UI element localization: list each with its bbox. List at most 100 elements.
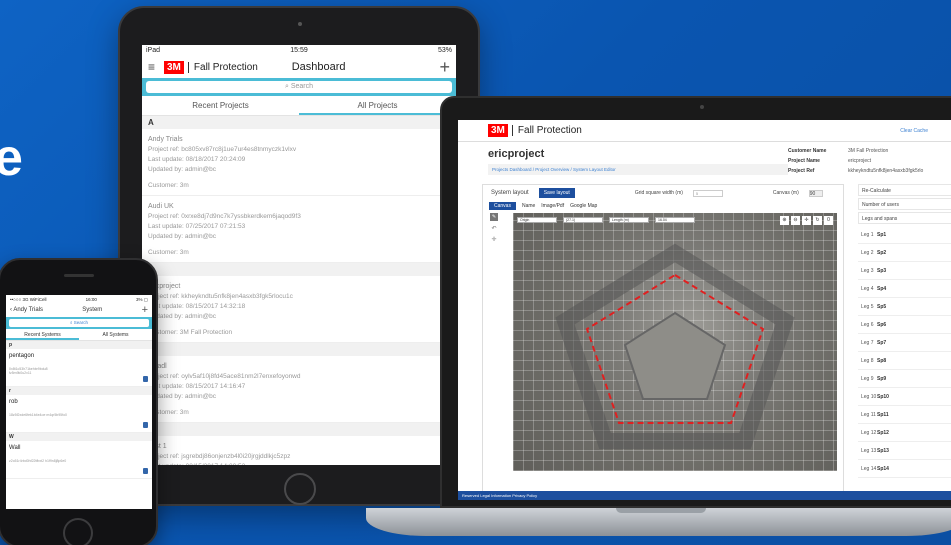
leg-row[interactable]: Leg 14 Sp14	[858, 460, 951, 478]
meta-value: ericproject	[848, 158, 872, 164]
project-name: Audi UK	[148, 203, 174, 210]
leg-row[interactable]: Leg 9 Sp9	[858, 370, 951, 388]
system-row[interactable]: rob 18z5f2xde6fek1b4e4oe m4qr5b95fo0	[6, 395, 152, 433]
span-name: Sp6	[877, 321, 887, 328]
tab-all-systems[interactable]: All Systems	[79, 329, 152, 340]
project-last-update: Last update: 08/15/2017 14:00:53	[148, 462, 450, 465]
move-icon[interactable]: ✛	[491, 236, 496, 243]
grid-width-input[interactable]: 5	[692, 189, 723, 197]
meta-key: Customer Name	[788, 148, 827, 154]
project-row[interactable]: Test 1 Project ref: jsgrebdj86onjenzb4l0i…	[142, 436, 456, 465]
home-button[interactable]	[284, 473, 316, 505]
section-header: r	[6, 387, 152, 395]
project-name: fulfadl	[148, 362, 450, 372]
back-button[interactable]: ‹ Andy Trials	[10, 307, 43, 313]
project-title: ericproject	[488, 148, 545, 160]
leg-row[interactable]: Leg 7 Sp7	[858, 334, 951, 352]
status-bar: iPad 15:59 53%	[142, 45, 456, 56]
leg-number: Leg 6	[861, 321, 874, 328]
status-bar: ••○○○ 3G WiFiCell 16:00 3% ▢	[6, 295, 152, 303]
project-name: Test 1	[148, 443, 167, 450]
project-row[interactable]: ericproject Project ref: kkheykndtu5nfk8j…	[142, 276, 456, 343]
system-row[interactable]: pentagon 0x8t1c53h71kehbr9bdu8 fz5m9k0u2v…	[6, 349, 152, 387]
save-layout-button[interactable]: Save layout	[538, 188, 575, 198]
span-name: Sp13	[877, 447, 889, 454]
trash-icon[interactable]	[143, 422, 148, 428]
recalculate-button[interactable]: Re-Calculate	[858, 184, 951, 196]
span-name: Sp10	[877, 393, 889, 400]
leg-row[interactable]: Leg 11 Sp11	[858, 406, 951, 424]
camera	[700, 105, 704, 109]
search-bar: ⌕ Search	[142, 78, 456, 96]
leg-row[interactable]: Leg 5 Sp5	[858, 298, 951, 316]
project-customer: Customer: 3M Fall Protection	[148, 329, 233, 336]
span-name: Sp9	[877, 375, 887, 382]
leg-row[interactable]: Leg 8 Sp8	[858, 352, 951, 370]
meta-key: Project Name	[788, 158, 820, 164]
iphone-device: ••○○○ 3G WiFiCell 16:00 3% ▢ ‹ Andy Tria…	[0, 258, 158, 545]
map-canvas[interactable]: Origin (27.1) Length (m) 16.04 ⊕ ⊖ ✛ ↻ 0	[513, 213, 837, 471]
status-carrier: ••○○○ 3G WiFiCell	[10, 297, 47, 302]
ipad-device: iPad 15:59 53% ≡ 3M Fall Protection Dash…	[118, 6, 480, 506]
breadcrumb[interactable]: Projects Dashboard / Project Overview / …	[488, 164, 788, 175]
tab-image-pdf[interactable]: Image/Pdf	[541, 203, 564, 209]
system-id: z2o51r4rbd0hf22tfbxt2 h1f9n8j8p6e0	[9, 459, 67, 463]
span-name: Sp7	[877, 339, 887, 346]
number-of-users-field[interactable]: Number of users	[858, 198, 951, 210]
search-input[interactable]: ⌕ Search	[9, 319, 149, 327]
add-icon[interactable]: +	[439, 57, 450, 78]
system-row[interactable]: Wall z2o51r4rbd0hf22tfbxt2 h1f9n8j8p6e0	[6, 441, 152, 479]
trash-icon[interactable]	[143, 468, 148, 474]
laptop-base	[366, 508, 951, 536]
leg-number: Leg 9	[861, 375, 874, 382]
leg-row[interactable]: Leg 12 Sp12	[858, 424, 951, 442]
project-row[interactable]: Audi UK Project ref: 0xrxe8dj7d9nc7k7yssb…	[142, 196, 456, 263]
leg-number: Leg 1	[861, 231, 874, 238]
laptop-screen: 3M Fall Protection Clear Cache ericproje…	[458, 120, 951, 500]
home-button[interactable]	[63, 518, 93, 545]
project-ref: Project ref: oylv5af10j8fd45ace81nm2l7en…	[148, 373, 301, 380]
system-name: rob	[9, 399, 18, 405]
leg-row[interactable]: Leg 2 Sp2	[858, 244, 951, 262]
leg-row[interactable]: Leg 6 Sp6	[858, 316, 951, 334]
tab-google-map[interactable]: Google Map	[570, 203, 597, 209]
leg-row[interactable]: Leg 10 Sp10	[858, 388, 951, 406]
meta-value: kkheykndtu5nfk8jen4asxb3fgk5rlo	[848, 168, 924, 174]
leg-row[interactable]: Leg 3 Sp3	[858, 262, 951, 280]
tab-canvas[interactable]: Canvas	[489, 202, 516, 210]
search-input[interactable]: ⌕ Search	[146, 81, 452, 93]
leg-row[interactable]: Leg 13 Sp13	[858, 442, 951, 460]
project-ref: Project ref: jsgrebdj86onjenzb4l0i20jrgj…	[148, 453, 291, 460]
canvas-area: ✎ ↶ ✛ Origin (27.1) Length (m) 16.04 ⊕ ⊖…	[483, 211, 843, 473]
search-placeholder: Search	[290, 83, 314, 90]
system-list: p pentagon 0x8t1c53h71kehbr9bdu8 fz5m9k0u2…	[6, 341, 152, 479]
leg-row[interactable]: Leg 4 Sp4	[858, 280, 951, 298]
project-row[interactable]: fulfadlProject ref: oylv5af10j8fd45ace81…	[142, 356, 456, 423]
project-last-update: Last update: 07/25/2017 07:21:53	[148, 223, 246, 230]
3m-logo: 3M	[164, 60, 184, 74]
section-header: p	[6, 341, 152, 349]
trash-icon[interactable]	[143, 376, 148, 382]
span-name: Sp5	[877, 303, 887, 310]
system-id: 18z5f2xde6fek1b4e4oe m4qr5b95fo0	[9, 413, 67, 417]
leg-number: Leg 13	[861, 447, 877, 454]
leg-row[interactable]: Leg 1 Sp1	[858, 226, 951, 244]
page-title: Dashboard	[291, 61, 346, 73]
project-row[interactable]: Andy Trials Project ref: bc805xv87rc8j1ue…	[142, 129, 456, 196]
tab-all-projects[interactable]: All Projects	[299, 96, 456, 115]
pentagon-outline	[555, 243, 795, 449]
section-header: T	[142, 423, 456, 436]
add-icon[interactable]: +	[142, 304, 148, 316]
app-header: ≡ 3M Fall Protection Dashboard +	[142, 56, 456, 78]
tab-recent-systems[interactable]: Recent Systems	[6, 329, 79, 340]
tab-recent-projects[interactable]: Recent Projects	[142, 96, 299, 115]
clear-cache-link[interactable]: Clear Cache	[900, 128, 928, 134]
menu-icon[interactable]: ≡	[148, 60, 164, 74]
undo-icon[interactable]: ↶	[491, 225, 496, 232]
camera	[298, 22, 302, 26]
project-customer: Customer: 3m	[148, 249, 189, 256]
canvas-size-input[interactable]: 90	[808, 189, 823, 197]
pen-icon[interactable]: ✎	[490, 213, 498, 221]
tab-name[interactable]: Name	[522, 203, 535, 209]
legs-panel: Re-Calculate Number of users Legs and sp…	[858, 184, 951, 494]
